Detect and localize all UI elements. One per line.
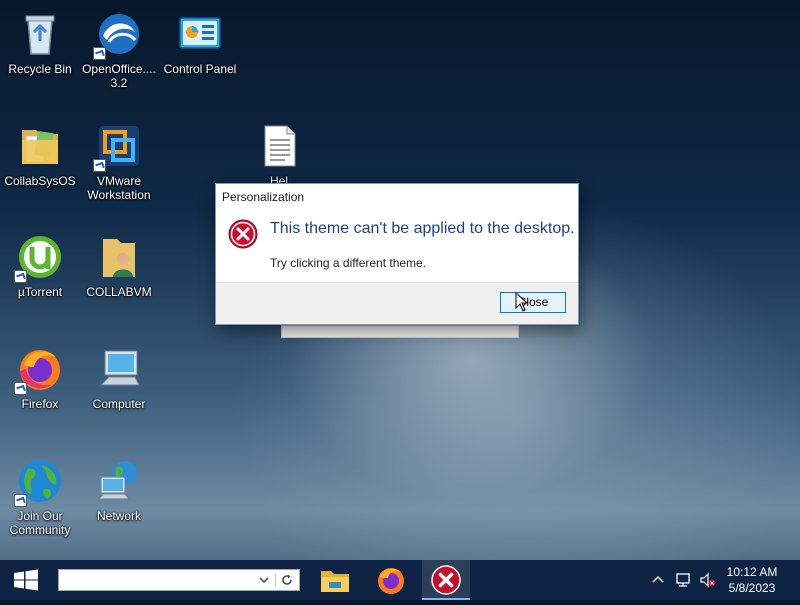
start-button[interactable] bbox=[0, 560, 52, 600]
desktop-icon-label: COLLABVM bbox=[86, 285, 152, 299]
clock-time: 10:12 AM bbox=[726, 565, 778, 579]
desktop-icon-join-community[interactable]: Join Our Community bbox=[1, 457, 79, 537]
globe-icon bbox=[14, 457, 64, 507]
dialog-detail: Try clicking a different theme. bbox=[270, 256, 427, 270]
shortcut-arrow-icon bbox=[93, 47, 106, 60]
shortcut-arrow-icon bbox=[14, 270, 27, 283]
volume-muted-icon[interactable] bbox=[700, 572, 716, 588]
control-panel-icon bbox=[176, 10, 224, 58]
shortcut-arrow-icon bbox=[14, 382, 27, 395]
firefox-icon bbox=[378, 568, 404, 594]
desktop-icon-label: Control Panel bbox=[163, 62, 237, 76]
search-box[interactable] bbox=[58, 569, 300, 591]
dialog-message: This theme can't be applied to the deskt… bbox=[270, 220, 575, 237]
openoffice-icon bbox=[93, 10, 143, 60]
shortcut-arrow-icon bbox=[14, 494, 27, 507]
desktop-icon-label: OpenOffice.... 3.2 bbox=[82, 62, 156, 90]
close-button[interactable]: Close bbox=[500, 292, 566, 313]
vmware-icon bbox=[93, 122, 143, 172]
text-document-icon bbox=[255, 122, 303, 170]
taskbar-error-window[interactable] bbox=[422, 560, 470, 600]
chevron-up-icon[interactable] bbox=[650, 572, 666, 588]
desktop-icon-collabsysos[interactable]: CollabSysOS bbox=[1, 122, 79, 188]
background-window-edge bbox=[281, 325, 519, 338]
shortcut-arrow-icon bbox=[93, 159, 106, 172]
desktop-icon-utorrent[interactable]: µTorrent bbox=[1, 233, 79, 299]
desktop-icon-label: Recycle Bin bbox=[8, 62, 72, 76]
network-status-icon[interactable] bbox=[676, 572, 692, 588]
network-icon bbox=[95, 457, 143, 505]
mouse-cursor-icon bbox=[515, 291, 529, 312]
firefox-icon bbox=[14, 345, 64, 395]
desktop-icon-label: Computer bbox=[92, 397, 146, 411]
desktop-icon-label: Join Our Community bbox=[9, 509, 71, 537]
user-folder-icon bbox=[95, 233, 143, 281]
desktop-icon-control-panel[interactable]: Control Panel bbox=[161, 10, 239, 76]
desktop-icon-collabvm[interactable]: COLLABVM bbox=[80, 233, 158, 299]
error-icon bbox=[228, 219, 258, 249]
error-icon bbox=[431, 565, 461, 595]
desktop-icon-label: VMware Workstation bbox=[87, 174, 151, 202]
desktop-icon-firefox[interactable]: Firefox bbox=[1, 345, 79, 411]
file-explorer-icon bbox=[321, 571, 349, 592]
chevron-down-icon[interactable] bbox=[257, 573, 271, 587]
utorrent-icon bbox=[14, 233, 64, 283]
desktop-icon-label: µTorrent bbox=[17, 285, 63, 299]
refresh-icon[interactable] bbox=[275, 573, 294, 587]
desktop-icon-label: Network bbox=[96, 509, 141, 523]
taskbar: 10:12 AM 5/8/2023 bbox=[0, 560, 800, 600]
windows-logo-icon bbox=[14, 569, 38, 591]
desktop-icon-recycle-bin[interactable]: Recycle Bin bbox=[1, 10, 79, 76]
desktop-icon-hel[interactable]: Hel bbox=[240, 122, 318, 188]
desktop-icon-label: CollabSysOS bbox=[4, 174, 76, 188]
recycle-bin-icon bbox=[16, 10, 64, 58]
desktop-icon-label: Firefox bbox=[21, 397, 59, 411]
computer-icon bbox=[95, 345, 143, 393]
taskbar-file-explorer[interactable] bbox=[311, 560, 359, 600]
desktop-icon-computer[interactable]: Computer bbox=[80, 345, 158, 411]
folder-icon bbox=[16, 122, 64, 170]
desktop-icon-openoffice[interactable]: OpenOffice.... 3.2 bbox=[80, 10, 158, 90]
clock-date: 5/8/2023 bbox=[728, 581, 776, 595]
taskbar-firefox[interactable] bbox=[367, 560, 415, 600]
desktop-icon-vmware[interactable]: VMware Workstation bbox=[80, 122, 158, 202]
desktop-icon-network[interactable]: Network bbox=[80, 457, 158, 523]
search-input[interactable] bbox=[59, 570, 263, 590]
system-clock[interactable]: 10:12 AM 5/8/2023 bbox=[722, 564, 782, 596]
dialog-title: Personalization bbox=[222, 190, 305, 204]
